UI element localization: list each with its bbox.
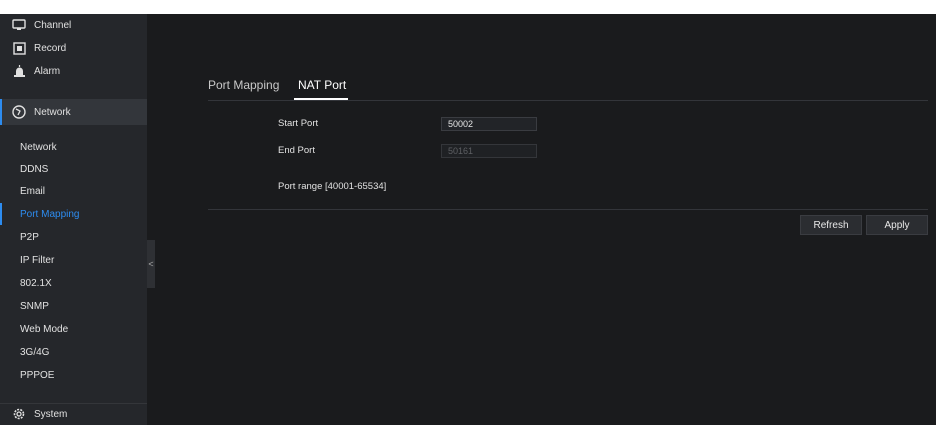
sidebar-item-label: Record <box>34 42 67 54</box>
subnav-3g4g[interactable]: 3G/4G <box>0 341 147 363</box>
sidebar-item-label: Alarm <box>34 65 61 77</box>
sidebar-item-system[interactable]: System <box>0 403 147 425</box>
subnav-web-mode[interactable]: Web Mode <box>0 318 147 340</box>
subnav-ddns[interactable]: DDNS <box>0 158 147 180</box>
apply-button[interactable]: Apply <box>866 215 928 235</box>
subnav-email[interactable]: Email <box>0 180 147 202</box>
gear-icon <box>12 407 26 421</box>
top-bar <box>0 0 936 14</box>
subnav-snmp[interactable]: SNMP <box>0 295 147 317</box>
sidebar-item-network[interactable]: Network <box>0 99 147 125</box>
start-port-input[interactable] <box>441 117 537 131</box>
monitor-icon <box>12 18 26 32</box>
network-globe-icon <box>12 105 26 119</box>
sidebar-item-label: Network <box>34 106 71 118</box>
sidebar-item-label: System <box>34 408 68 420</box>
start-port-label: Start Port <box>278 118 319 129</box>
subnav-p2p[interactable]: P2P <box>0 226 147 248</box>
sidebar-item-label: Channel <box>34 19 72 31</box>
record-icon <box>12 41 26 55</box>
sidebar-item-channel[interactable]: Channel <box>0 14 147 36</box>
subnav-ip-filter[interactable]: IP Filter <box>0 249 147 271</box>
refresh-button[interactable]: Refresh <box>800 215 862 235</box>
end-port-label: End Port <box>278 145 315 156</box>
sidebar-collapse-handle[interactable]: < <box>147 240 155 288</box>
tab-port-mapping[interactable]: Port Mapping <box>208 78 279 92</box>
subnav-8021x[interactable]: 802.1X <box>0 272 147 294</box>
sidebar-item-alarm[interactable]: Alarm <box>0 60 147 82</box>
subnav-network[interactable]: Network <box>0 136 147 158</box>
end-port-input <box>441 144 537 158</box>
tab-divider <box>208 100 928 101</box>
port-range-hint: Port range [40001-65534] <box>278 181 387 192</box>
subnav-port-mapping[interactable]: Port Mapping <box>0 203 147 225</box>
tab-nat-port[interactable]: NAT Port <box>298 78 346 92</box>
sidebar: Channel Record Alarm Network Network DDN… <box>0 14 147 425</box>
subnav-pppoe[interactable]: PPPOE <box>0 364 147 386</box>
sidebar-item-record[interactable]: Record <box>0 37 147 59</box>
form-divider <box>208 209 928 210</box>
alarm-icon <box>12 64 26 78</box>
